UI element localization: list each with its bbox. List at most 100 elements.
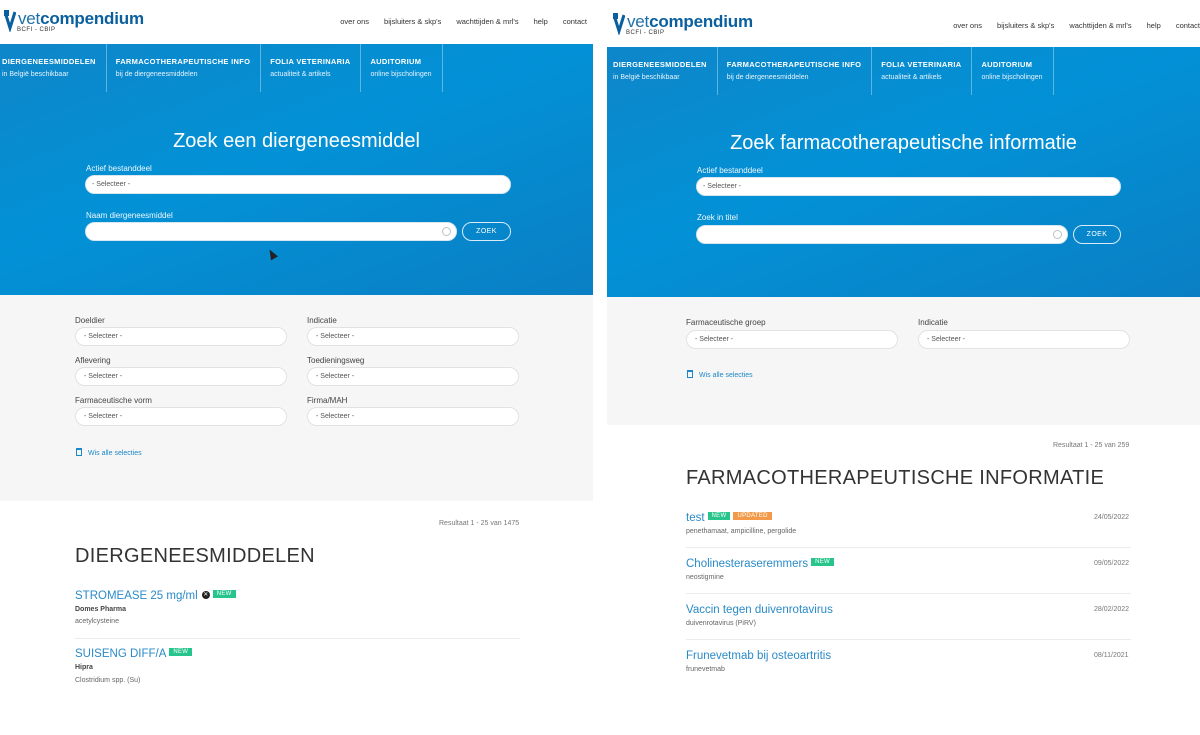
active-ingredient-select[interactable]: - Selecteer - xyxy=(696,177,1121,196)
logo-brand-a: vet xyxy=(627,12,650,31)
nav-subtitle: online bijscholingen xyxy=(981,74,1043,81)
logo-text: vetcompendium xyxy=(627,13,753,31)
search-hero: DIERGENEESMIDDELEN in België beschikbaar… xyxy=(607,47,1200,297)
topnav-wachttijden[interactable]: wachttijden & mrl's xyxy=(456,17,518,26)
top-navigation: over ons bijsluiters & skp's wachttijden… xyxy=(340,17,587,26)
result-title-text: Vaccin tegen duivenrotavirus xyxy=(686,604,833,616)
divider xyxy=(686,547,1131,548)
nav-title: DIERGENEESMIDDELEN xyxy=(613,60,707,69)
select-placeholder: - Selecteer - xyxy=(703,183,742,190)
topnav-over-ons[interactable]: over ons xyxy=(953,21,982,30)
title-search-label: Zoek in titel xyxy=(697,213,738,222)
new-badge: NEW xyxy=(811,558,834,566)
filter-select-toedieningsweg[interactable]: - Selecteer - xyxy=(307,367,519,386)
result-title-text: Cholinesteraseremmers xyxy=(686,558,809,570)
result-company: Hipra xyxy=(75,664,93,671)
nav-farmacotherapeutische-info[interactable]: FARMACOTHERAPEUTISCHE INFO bij de dierge… xyxy=(107,44,262,92)
filter-select-doeldier[interactable]: - Selecteer - xyxy=(75,327,287,346)
vetcompendium-logo-icon xyxy=(612,13,626,37)
site-header: vetcompendium BCFI - CBIP over ons bijsl… xyxy=(607,0,1200,44)
filter-label-firma: Firma/MAH xyxy=(307,396,348,405)
result-date: 24/05/2022 xyxy=(1094,514,1130,521)
active-ingredient-select[interactable]: - Selecteer - xyxy=(85,175,511,194)
nav-diergeneesmiddelen[interactable]: DIERGENEESMIDDELEN in België beschikbaar xyxy=(607,47,718,95)
nav-farmacotherapeutische-info[interactable]: FARMACOTHERAPEUTISCHE INFO bij de dierge… xyxy=(718,47,873,95)
result-count: Resultaat 1 - 25 van 1475 xyxy=(439,520,520,527)
result-date: 09/05/2022 xyxy=(1094,560,1130,567)
result-item-title[interactable]: Frunevetmab bij osteoartritis xyxy=(686,650,831,662)
select-placeholder: - Selecteer - xyxy=(92,181,131,188)
divider xyxy=(686,593,1131,594)
result-substance: penethamaat, ampicilline, pergolide xyxy=(686,528,797,535)
logo-brand-b: compendium xyxy=(40,9,144,28)
filter-select-farmaceutische-groep[interactable]: - Selecteer - xyxy=(686,330,898,349)
search-button[interactable]: ZOEK xyxy=(462,222,511,241)
search-button[interactable]: ZOEK xyxy=(1073,225,1121,244)
nav-folia-veterinaria[interactable]: FOLIA VETERINARIA actualiteit & artikels xyxy=(261,44,362,92)
topnav-contact[interactable]: contact xyxy=(563,17,587,26)
nav-title: FARMACOTHERAPEUTISCHE INFO xyxy=(726,60,862,69)
clear-x-icon: ✕ xyxy=(201,591,210,599)
product-name-input[interactable] xyxy=(85,222,457,241)
select-placeholder: - Selecteer - xyxy=(316,413,355,420)
nav-auditorium[interactable]: AUDITORIUM online bijscholingen xyxy=(361,44,443,92)
topnav-over-ons[interactable]: over ons xyxy=(340,17,369,26)
topnav-wachttijden[interactable]: wachttijden & mrl's xyxy=(1069,21,1131,30)
vetcompendium-logo-icon xyxy=(3,10,17,34)
clear-selections-link[interactable]: Wis alle selecties xyxy=(76,448,142,457)
logo-brand-b: compendium xyxy=(649,12,753,31)
page-title: Zoek een diergeneesmiddel xyxy=(173,130,420,152)
filter-label-toedieningsweg: Toedieningsweg xyxy=(307,356,365,365)
updated-badge: UPDATED xyxy=(733,512,772,520)
result-item-title[interactable]: Vaccin tegen duivenrotavirus xyxy=(686,604,833,616)
topnav-bijsluiters[interactable]: bijsluiters & skp's xyxy=(384,17,441,26)
select-placeholder: - Selecteer - xyxy=(927,336,966,343)
logo-subtitle: BCFI - CBIP xyxy=(17,27,56,33)
product-name-label: Naam diergeneesmiddel xyxy=(86,211,173,220)
filter-select-indicatie[interactable]: - Selecteer - xyxy=(918,330,1130,349)
nav-title: DIERGENEESMIDDELEN xyxy=(2,57,96,66)
select-placeholder: - Selecteer - xyxy=(84,373,123,380)
result-title-text: Frunevetmab bij osteoartritis xyxy=(686,650,832,662)
logo[interactable]: vetcompendium BCFI - CBIP xyxy=(612,13,753,39)
logo-text: vetcompendium xyxy=(18,10,144,28)
select-placeholder: - Selecteer - xyxy=(84,413,123,420)
clear-selections-link[interactable]: Wis alle selecties xyxy=(687,370,753,379)
nav-auditorium[interactable]: AUDITORIUM online bijscholingen xyxy=(972,47,1054,95)
page-title: Zoek farmacotherapeutische informatie xyxy=(730,132,1077,154)
result-title-text: SUISENG DIFF/A xyxy=(75,648,167,660)
topnav-bijsluiters[interactable]: bijsluiters & skp's xyxy=(997,21,1054,30)
nav-folia-veterinaria[interactable]: FOLIA VETERINARIA actualiteit & artikels xyxy=(872,47,973,95)
nav-title: FOLIA VETERINARIA xyxy=(270,57,351,66)
main-navigation: DIERGENEESMIDDELEN in België beschikbaar… xyxy=(607,47,1054,95)
result-item-title[interactable]: test NEW UPDATED xyxy=(686,512,772,524)
result-item-title[interactable]: Cholinesteraseremmers NEW xyxy=(686,558,834,570)
filter-panel: Doeldier - Selecteer - Indicatie - Selec… xyxy=(0,295,593,501)
new-badge: NEW xyxy=(707,512,731,520)
select-placeholder: - Selecteer - xyxy=(84,333,123,340)
topnav-help[interactable]: help xyxy=(1147,21,1161,30)
result-item-title[interactable]: STROMEASE 25 mg/ml ✕ NEW xyxy=(75,590,236,602)
filter-panel: Farmaceutische groep - Selecteer - Indic… xyxy=(607,297,1200,425)
nav-subtitle: bij de diergeneesmiddelen xyxy=(726,74,809,81)
nav-subtitle: actualiteit & artikels xyxy=(881,74,942,81)
result-item-title[interactable]: SUISENG DIFF/A NEW xyxy=(75,648,193,660)
filter-select-farmaceutische-vorm[interactable]: - Selecteer - xyxy=(75,407,287,426)
result-count: Resultaat 1 - 25 van 259 xyxy=(1053,442,1130,449)
nav-subtitle: in België beschikbaar xyxy=(2,71,69,78)
mouse-cursor-icon xyxy=(266,247,278,261)
section-title: FARMACOTHERAPEUTISCHE INFORMATIE xyxy=(686,467,1105,489)
topnav-help[interactable]: help xyxy=(534,17,548,26)
spinner-icon xyxy=(442,227,451,236)
logo[interactable]: vetcompendium BCFI - CBIP xyxy=(3,10,144,36)
filter-select-firma[interactable]: - Selecteer - xyxy=(307,407,519,426)
main-navigation: DIERGENEESMIDDELEN in België beschikbaar… xyxy=(0,44,443,92)
trash-icon xyxy=(76,448,82,456)
filter-select-aflevering[interactable]: - Selecteer - xyxy=(75,367,287,386)
title-search-input[interactable] xyxy=(696,225,1068,244)
filter-select-indicatie[interactable]: - Selecteer - xyxy=(307,327,519,346)
topnav-contact[interactable]: contact xyxy=(1176,21,1200,30)
result-company: Domes Pharma xyxy=(75,606,126,613)
result-substance: duivenrotavirus (PiRV) xyxy=(686,620,756,627)
nav-diergeneesmiddelen[interactable]: DIERGENEESMIDDELEN in België beschikbaar xyxy=(0,44,107,92)
